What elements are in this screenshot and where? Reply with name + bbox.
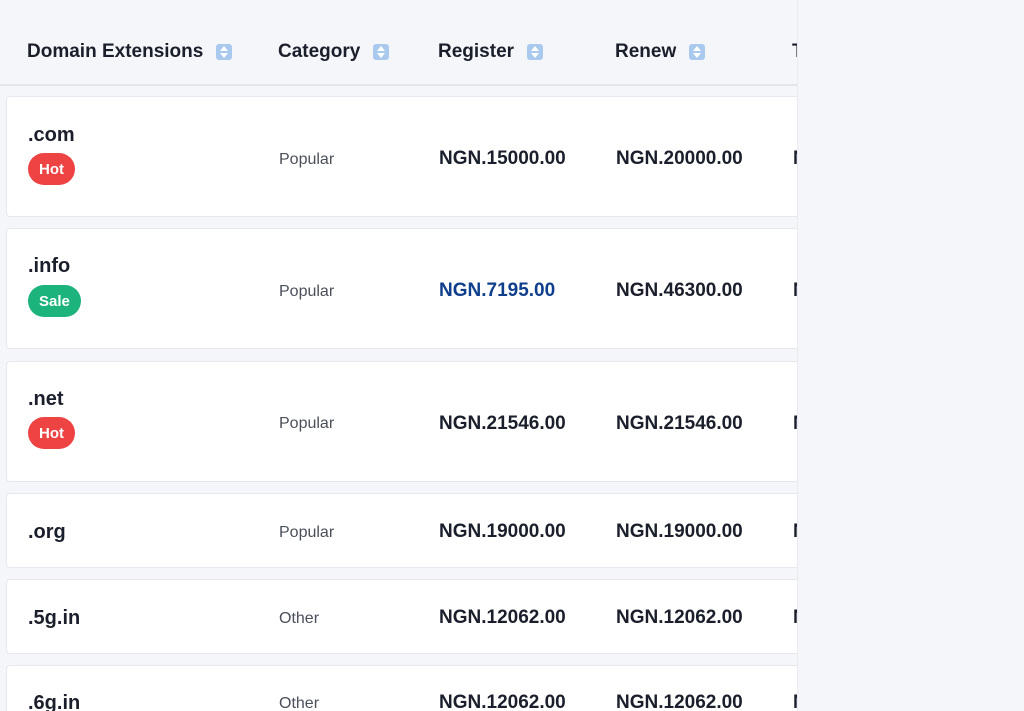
header-domain-extensions[interactable]: Domain Extensions bbox=[27, 41, 233, 63]
header-renew[interactable]: Renew bbox=[615, 41, 706, 63]
table-row: .5g.in Other NGN.12062.00 NGN.12062.00 N bbox=[6, 579, 797, 654]
hot-badge: Hot bbox=[28, 153, 75, 185]
category-label: Popular bbox=[279, 524, 335, 541]
header-label: Register bbox=[438, 41, 515, 62]
table-row: .net Hot Popular NGN.21546.00 NGN.21546.… bbox=[6, 361, 797, 482]
table-header: Domain Extensions Category Register Rene… bbox=[0, 0, 797, 86]
header-label: Renew bbox=[615, 41, 677, 62]
category-label: Popular bbox=[279, 151, 335, 168]
header-category[interactable]: Category bbox=[278, 41, 390, 63]
sale-badge: Sale bbox=[28, 285, 81, 317]
domain-pricing-panel: Domain Extensions Category Register Rene… bbox=[0, 0, 797, 711]
category-label: Popular bbox=[279, 415, 335, 432]
table-row: .com Hot Popular NGN.15000.00 NGN.20000.… bbox=[6, 96, 797, 217]
category-label: Other bbox=[279, 610, 320, 627]
sort-icon[interactable] bbox=[216, 44, 233, 60]
domain-extension: .6g.in bbox=[28, 692, 81, 711]
category-label: Other bbox=[279, 695, 320, 711]
table-row: .info Sale Popular NGN.7195.00 NGN.46300… bbox=[6, 228, 797, 349]
register-price: NGN.12062.00 bbox=[439, 607, 566, 628]
category-label: Popular bbox=[279, 283, 335, 300]
header-label: Domain Extensions bbox=[27, 41, 204, 62]
page-background-right bbox=[797, 0, 1024, 711]
domain-extension: .org bbox=[28, 521, 66, 543]
renew-price: NGN.20000.00 bbox=[616, 148, 743, 169]
renew-price: NGN.21546.00 bbox=[616, 413, 743, 434]
register-price: NGN.19000.00 bbox=[439, 521, 566, 542]
register-price: NGN.21546.00 bbox=[439, 413, 566, 434]
domain-extension: .5g.in bbox=[28, 607, 81, 629]
renew-price: NGN.12062.00 bbox=[616, 692, 743, 711]
domain-extension: .com bbox=[28, 124, 75, 146]
table-row: .org Popular NGN.19000.00 NGN.19000.00 N bbox=[6, 493, 797, 568]
domain-extension: .net bbox=[28, 388, 64, 410]
header-register[interactable]: Register bbox=[438, 41, 544, 63]
renew-price: NGN.12062.00 bbox=[616, 607, 743, 628]
register-price: NGN.15000.00 bbox=[439, 148, 566, 169]
sort-icon[interactable] bbox=[373, 44, 390, 60]
renew-price: NGN.19000.00 bbox=[616, 521, 743, 542]
header-label: Category bbox=[278, 41, 361, 62]
sort-icon[interactable] bbox=[527, 44, 544, 60]
domain-pricing-table: Domain Extensions Category Register Rene… bbox=[0, 0, 797, 711]
domain-extension: .info bbox=[28, 255, 71, 277]
hot-badge: Hot bbox=[28, 417, 75, 449]
renew-price: NGN.46300.00 bbox=[616, 280, 743, 301]
table-row: .6g.in Other NGN.12062.00 NGN.12062.00 N bbox=[6, 665, 797, 711]
register-sale-price: NGN.7195.00 bbox=[439, 280, 556, 301]
sort-icon[interactable] bbox=[689, 44, 706, 60]
register-price: NGN.12062.00 bbox=[439, 692, 566, 711]
